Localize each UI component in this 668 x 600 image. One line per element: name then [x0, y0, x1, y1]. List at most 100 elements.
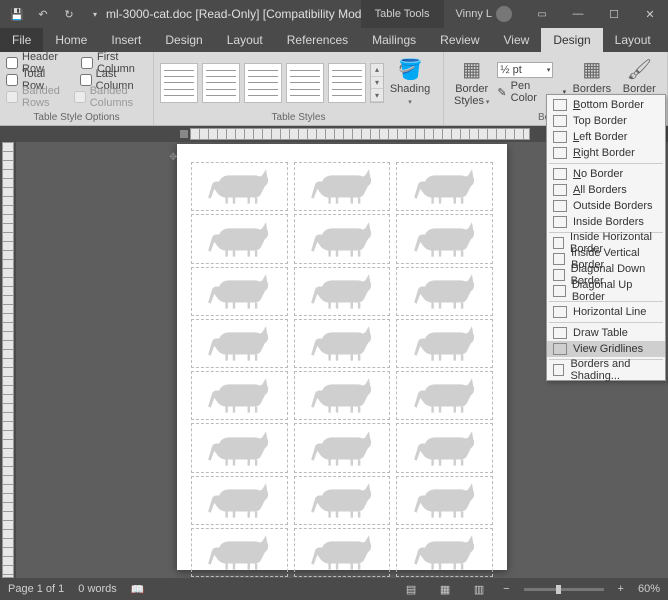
zoom-out-icon[interactable]: −: [503, 583, 509, 595]
label-cell[interactable]: [191, 162, 288, 211]
table-styles-more[interactable]: ▴▾▾: [370, 63, 384, 103]
borders-menu-item[interactable]: Borders and Shading...: [547, 362, 665, 378]
label-cell[interactable]: [191, 371, 288, 420]
label-cell[interactable]: [396, 528, 493, 577]
label-cell[interactable]: [396, 319, 493, 368]
ruler-track[interactable]: [190, 128, 530, 140]
label-cell[interactable]: [294, 267, 391, 316]
label-cell[interactable]: [294, 319, 391, 368]
print-layout-icon[interactable]: ▦: [435, 581, 455, 597]
border-item-icon: [553, 99, 567, 111]
borders-menu-item[interactable]: Top Border: [547, 113, 665, 129]
borders-menu-item[interactable]: Right Border: [547, 145, 665, 161]
menu-item-label: Right Border: [573, 147, 635, 159]
cat-silhouette-icon: [305, 377, 379, 414]
borders-menu-item[interactable]: Inside Borders: [547, 214, 665, 230]
tab-review[interactable]: Review: [428, 28, 491, 52]
ribbon-options-icon[interactable]: ▭: [524, 0, 560, 28]
label-cell[interactable]: [396, 371, 493, 420]
borders-menu-item[interactable]: All Borders: [547, 182, 665, 198]
close-icon[interactable]: ✕: [632, 0, 668, 28]
label-cell[interactable]: [294, 423, 391, 472]
save-icon[interactable]: 💾: [6, 3, 28, 25]
zoom-in-icon[interactable]: +: [618, 583, 624, 595]
vertical-ruler: [0, 142, 16, 578]
label-cell[interactable]: [191, 476, 288, 525]
cat-silhouette-icon: [202, 430, 276, 467]
border-item-icon: [553, 115, 567, 127]
zoom-level[interactable]: 60%: [638, 583, 660, 595]
borders-menu-item[interactable]: Horizontal Line: [547, 304, 665, 320]
border-item-icon: [553, 253, 565, 265]
table-style-thumb[interactable]: [286, 63, 324, 103]
borders-menu-item[interactable]: Left Border: [547, 129, 665, 145]
proofing-icon[interactable]: 📖: [131, 583, 145, 596]
cat-silhouette-icon: [202, 168, 276, 205]
contextual-tab-label: Table Tools: [361, 0, 444, 28]
table-style-thumb[interactable]: [328, 63, 366, 103]
word-count[interactable]: 0 words: [78, 583, 117, 595]
label-cell[interactable]: [191, 319, 288, 368]
chk-banded-rows[interactable]: Banded Rows: [6, 89, 68, 105]
label-cell[interactable]: [396, 267, 493, 316]
user-account[interactable]: Vinny L: [444, 6, 525, 22]
minimize-icon[interactable]: —: [560, 0, 596, 28]
table-style-thumb[interactable]: [244, 63, 282, 103]
undo-icon[interactable]: ↶: [32, 3, 54, 25]
table-move-handle-icon[interactable]: ✥: [169, 152, 177, 163]
borders-menu-item[interactable]: Outside Borders: [547, 198, 665, 214]
border-item-icon: [553, 364, 564, 376]
cat-silhouette-icon: [408, 325, 482, 362]
label-cell[interactable]: [396, 214, 493, 263]
zoom-slider[interactable]: [524, 588, 604, 591]
label-cell[interactable]: [294, 528, 391, 577]
table-style-thumb[interactable]: [160, 63, 198, 103]
borders-menu-item[interactable]: No Border: [547, 166, 665, 182]
label-cell[interactable]: [396, 423, 493, 472]
label-cell[interactable]: [294, 371, 391, 420]
borders-menu-item[interactable]: Bottom Border: [547, 97, 665, 113]
qat-customize-icon[interactable]: ▾: [84, 3, 106, 25]
label-cell[interactable]: [294, 214, 391, 263]
page-indicator[interactable]: Page 1 of 1: [8, 583, 64, 595]
tab-references[interactable]: References: [275, 28, 360, 52]
label-cell[interactable]: [396, 476, 493, 525]
page[interactable]: ✥: [177, 144, 507, 570]
maximize-icon[interactable]: ☐: [596, 0, 632, 28]
label-cell[interactable]: [191, 423, 288, 472]
tab-design[interactable]: Design: [153, 28, 214, 52]
label-cell[interactable]: [396, 162, 493, 211]
tab-layout[interactable]: Layout: [215, 28, 275, 52]
borders-menu-item[interactable]: Diagonal Up Border: [547, 283, 665, 299]
tab-table-layout[interactable]: Layout: [603, 28, 663, 52]
label-cell[interactable]: [191, 528, 288, 577]
tab-home[interactable]: Home: [43, 28, 99, 52]
label-cell[interactable]: [191, 214, 288, 263]
border-item-icon: [553, 147, 567, 159]
read-mode-icon[interactable]: ▤: [401, 581, 421, 597]
tab-mailings[interactable]: Mailings: [360, 28, 428, 52]
label-cell[interactable]: [294, 476, 391, 525]
menu-item-label: No Border: [573, 168, 623, 180]
redo-icon[interactable]: ↻: [58, 3, 80, 25]
web-layout-icon[interactable]: ▥: [469, 581, 489, 597]
borders-menu-item[interactable]: View Gridlines: [547, 341, 665, 357]
cat-silhouette-icon: [408, 273, 482, 310]
tell-me[interactable]: 💡Tell me: [663, 28, 668, 52]
label-cell[interactable]: [294, 162, 391, 211]
label-cell[interactable]: [191, 267, 288, 316]
border-styles-button[interactable]: ▦Border Styles: [450, 55, 493, 111]
tab-table-design[interactable]: Design: [541, 28, 602, 52]
border-width-select[interactable]: ½ pt▾: [497, 62, 553, 78]
tab-file[interactable]: File: [0, 28, 43, 52]
border-item-icon: [553, 216, 567, 228]
pen-icon: ✎: [497, 86, 506, 99]
table-style-thumb[interactable]: [202, 63, 240, 103]
tab-view[interactable]: View: [492, 28, 542, 52]
tab-insert[interactable]: Insert: [99, 28, 153, 52]
borders-menu-item[interactable]: Draw Table: [547, 325, 665, 341]
cat-silhouette-icon: [305, 482, 379, 519]
menu-item-label: Outside Borders: [573, 200, 652, 212]
chk-banded-cols[interactable]: Banded Columns: [74, 89, 147, 105]
shading-button[interactable]: 🪣Shading: [388, 55, 432, 111]
